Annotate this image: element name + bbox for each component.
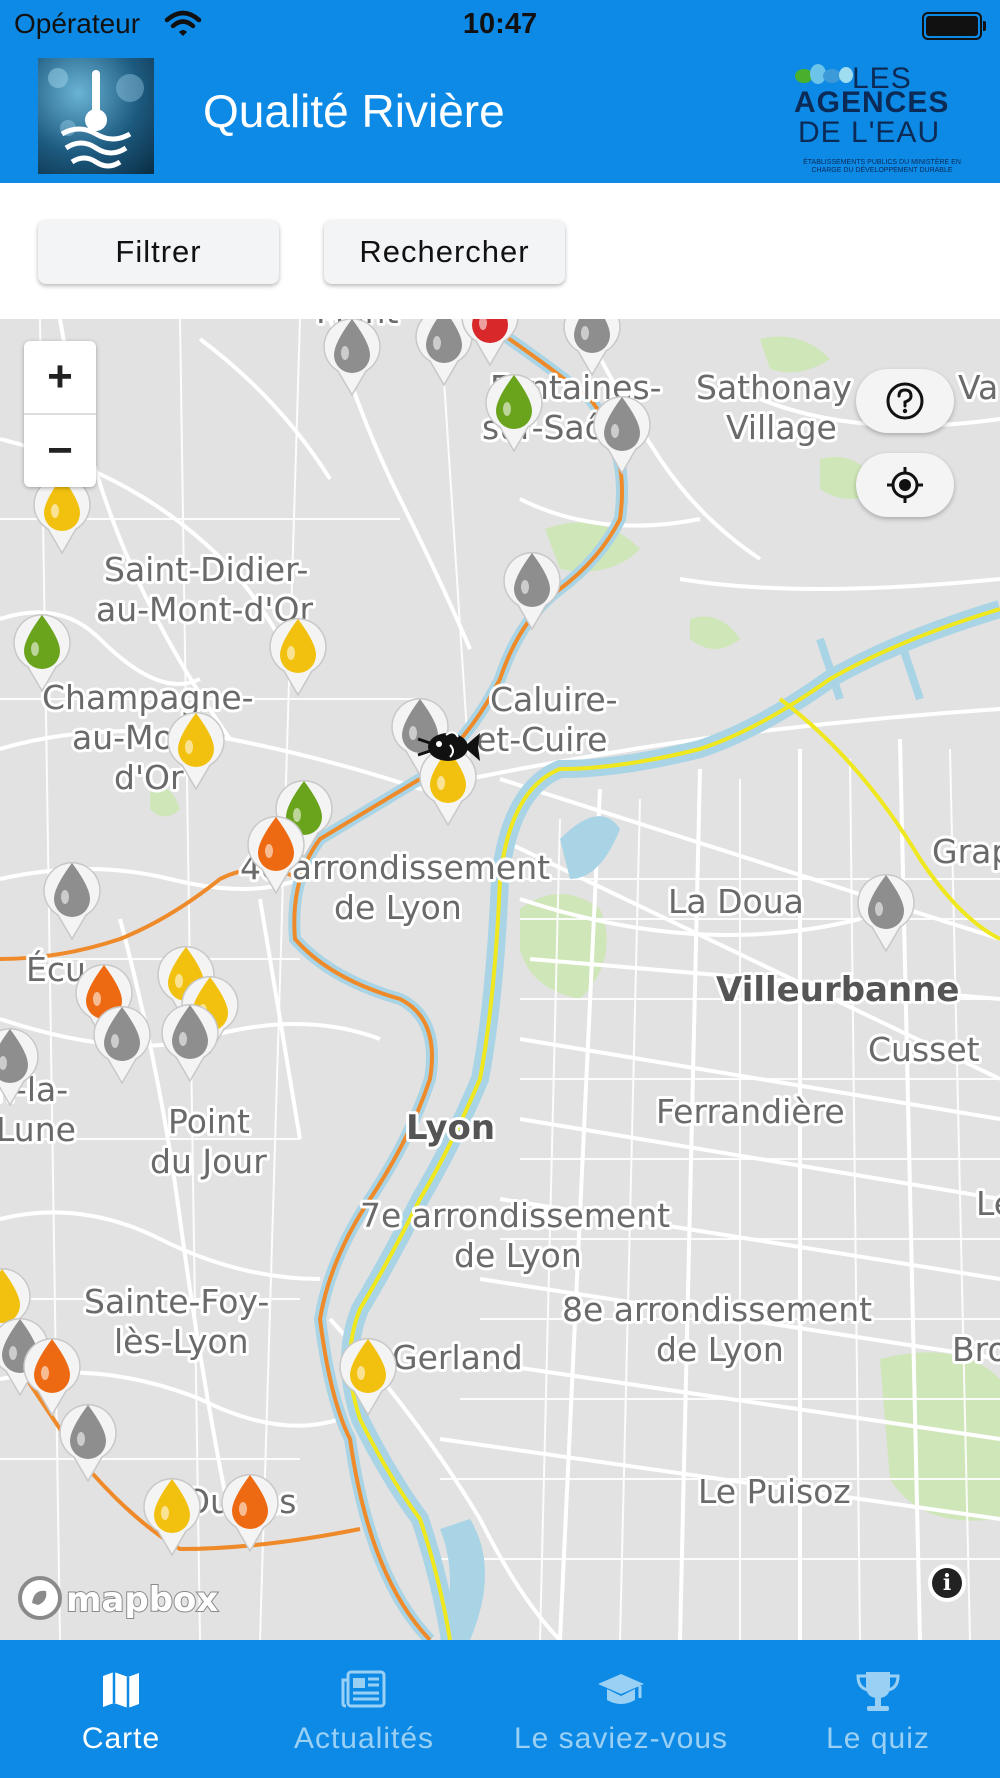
zoom-control: + −	[24, 341, 96, 487]
place-label: Grap	[932, 832, 1000, 871]
grey-station-marker[interactable]	[161, 1004, 219, 1083]
place-label: Ferrandière	[656, 1092, 845, 1131]
place-label: La Doua	[668, 882, 804, 921]
app-header: Qualité Rivière LES AGENCES DE L'EAU ÉTA…	[0, 50, 1000, 183]
place-label: au-Mont-d'Or	[96, 590, 313, 629]
place-label: d'Or	[114, 758, 184, 797]
map-canvas[interactable]: Mont- Fontaines- sur-Saône Sathonay Vill…	[0, 319, 1000, 1640]
grey-station-marker[interactable]	[593, 396, 651, 475]
grey-station-marker[interactable]	[415, 319, 473, 387]
zoom-out-button[interactable]: −	[24, 415, 96, 487]
orange-station-marker[interactable]	[23, 1338, 81, 1417]
tab-label: Carte	[81, 1722, 161, 1755]
logo-line-2: AGENCES	[794, 86, 950, 119]
grey-station-marker[interactable]	[323, 319, 381, 397]
agences-eau-logo: LES AGENCES DE L'EAU ÉTABLISSEMENTS PUBL…	[790, 56, 968, 178]
tab-le-quiz[interactable]: Le quiz	[772, 1640, 984, 1778]
place-label: Le Puisoz	[698, 1472, 851, 1511]
grey-station-marker[interactable]	[93, 1006, 151, 1085]
tab-carte[interactable]: Carte	[14, 1640, 228, 1778]
info-icon: i	[932, 1568, 962, 1598]
battery-icon	[922, 12, 986, 40]
locate-button[interactable]	[856, 453, 954, 517]
place-label: Sainte-Foy-	[84, 1282, 269, 1321]
grey-station-marker[interactable]	[43, 862, 101, 941]
status-bar: Opérateur 10:47	[0, 0, 1000, 50]
grey-station-marker[interactable]	[59, 1404, 117, 1483]
graduation-cap-icon	[500, 1668, 742, 1717]
place-label: Saint-Didier-	[104, 550, 308, 589]
place-label: de Lyon	[454, 1236, 582, 1275]
place-label: Cusset	[868, 1030, 980, 1069]
place-label: Point	[168, 1102, 250, 1141]
yellow-station-marker[interactable]	[269, 618, 327, 697]
newspaper-icon	[256, 1668, 472, 1717]
place-label: Le	[976, 1184, 1000, 1223]
orange-station-marker[interactable]	[221, 1474, 279, 1553]
toolbar: Filtrer Rechercher	[0, 183, 1000, 319]
zoom-in-button[interactable]: +	[24, 341, 96, 413]
map-icon	[14, 1668, 228, 1717]
app-logo	[38, 58, 154, 174]
search-button[interactable]: Rechercher	[324, 220, 565, 284]
tab-label: Actualités	[293, 1722, 435, 1755]
tab-bar: Carte Actualités Le saviez-vous Le quiz	[0, 1640, 1000, 1778]
place-label: Va	[958, 368, 998, 407]
lake	[560, 816, 620, 879]
place-label: Lyon	[406, 1108, 495, 1148]
place-label: Gerland	[392, 1338, 523, 1377]
help-button[interactable]	[856, 369, 954, 433]
place-label: du Jour	[150, 1142, 267, 1181]
logo-line-3: DE L'EAU	[798, 116, 941, 149]
place-label: Caluire-	[490, 680, 618, 719]
place-label: Champagne-	[42, 678, 254, 717]
trophy-icon	[772, 1668, 984, 1719]
tab-label: Le saviez-vous	[513, 1722, 729, 1755]
tab-actualites[interactable]: Actualités	[256, 1640, 472, 1778]
place-label: 8e arrondissement	[562, 1290, 872, 1329]
grey-station-marker[interactable]	[503, 552, 561, 631]
tab-label: Le quiz	[826, 1722, 930, 1755]
grey-station-marker[interactable]	[563, 319, 621, 377]
place-label: de Lyon	[656, 1330, 784, 1369]
yellow-station-marker[interactable]	[143, 1478, 201, 1557]
place-label: et-Cuire	[476, 720, 607, 759]
place-label: 7e arrondissement	[360, 1196, 670, 1235]
attribution-info-button[interactable]: i	[928, 1564, 966, 1602]
map-view[interactable]: Mont- Fontaines- sur-Saône Sathonay Vill…	[0, 319, 1000, 1640]
clock: 10:47	[462, 8, 538, 40]
place-label: Sathonay	[696, 368, 852, 407]
place-label: Village	[726, 408, 837, 447]
mapbox-wordmark: mapbox	[66, 1580, 218, 1620]
filter-button[interactable]: Filtrer	[38, 220, 279, 284]
question-icon	[886, 382, 924, 420]
place-label: Villeurbanne	[716, 970, 959, 1010]
tab-le-saviez-vous[interactable]: Le saviez-vous	[500, 1640, 742, 1778]
place-label: lès-Lyon	[114, 1322, 249, 1361]
app-title: Qualité Rivière	[203, 85, 505, 137]
place-label: Lune	[0, 1110, 76, 1149]
place-label: de Lyon	[334, 888, 462, 927]
location-target-icon	[887, 467, 923, 503]
logo-tagline: ÉTABLISSEMENTS PUBLICS DU MINISTÈRE EN C…	[803, 159, 961, 174]
place-label: Bro	[952, 1330, 1000, 1369]
